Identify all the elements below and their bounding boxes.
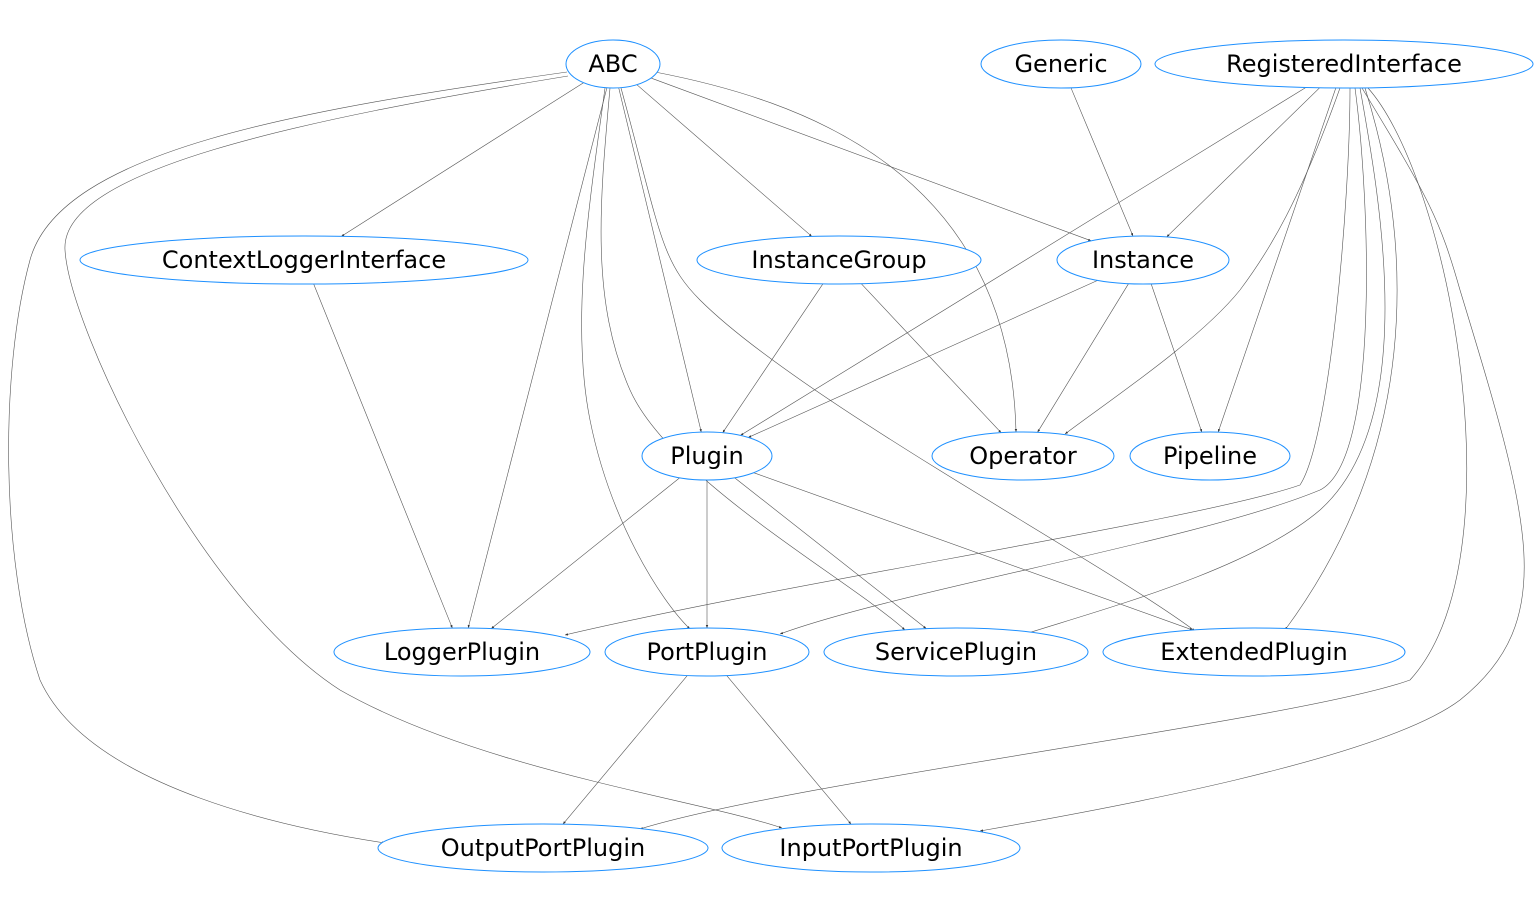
node-label: RegisteredInterface (1226, 50, 1462, 78)
edge-ABC-to-PortPlugin (581, 87, 691, 630)
node-InstanceGroup[interactable]: InstanceGroup (696, 235, 982, 285)
edge-ABC-to-ContextLoggerInterface (341, 82, 584, 237)
edge-ABC-to-Instance (650, 77, 1092, 242)
node-label: InstanceGroup (751, 246, 926, 274)
node-label: Generic (1014, 50, 1107, 78)
node-label: PortPlugin (646, 638, 767, 666)
edge-InstanceGroup-to-Operator (861, 283, 1002, 433)
node-RegisteredInterface[interactable]: RegisteredInterface (1154, 39, 1534, 89)
class-diagram: ABC Generic RegisteredInterface ContextLogg… (0, 0, 1536, 914)
node-ContextLoggerInterface[interactable]: ContextLoggerInterface (79, 235, 529, 285)
node-label: ContextLoggerInterface (162, 246, 446, 274)
node-label: InputPortPlugin (779, 834, 962, 862)
node-Operator[interactable]: Operator (931, 431, 1115, 481)
node-ABC[interactable]: ABC (565, 39, 661, 89)
inheritance-graph: ABC Generic RegisteredInterface ContextLogg… (8, 39, 1534, 873)
edge-ABC-to-Plugin (618, 87, 702, 433)
edge-Plugin-to-LoggerPlugin (491, 477, 680, 629)
node-label: ExtendedPlugin (1160, 638, 1347, 666)
edge-RegisteredInterface-to-ServicePlugin (1024, 87, 1386, 635)
node-label: ABC (588, 50, 637, 78)
node-label: Plugin (670, 442, 743, 470)
node-InputPortPlugin[interactable]: InputPortPlugin (721, 823, 1021, 873)
edge-Instance-to-Pipeline (1150, 283, 1203, 433)
node-label: Instance (1092, 246, 1194, 274)
edge-ABC-to-LoggerPlugin (467, 87, 608, 629)
node-ExtendedPlugin[interactable]: ExtendedPlugin (1102, 627, 1406, 677)
edge-RegisteredInterface-to-Pipeline (1217, 87, 1337, 433)
edge-Generic-to-Instance (1070, 87, 1134, 237)
node-label: OutputPortPlugin (441, 834, 645, 862)
edge-RegisteredInterface-to-ExtendedPlugin (1284, 87, 1398, 631)
node-label: Operator (969, 442, 1077, 470)
node-label: LoggerPlugin (384, 638, 540, 666)
edge-Instance-to-Plugin (748, 280, 1098, 438)
node-PortPlugin[interactable]: PortPlugin (604, 627, 810, 677)
edge-ABC-to-ServicePlugin (600, 87, 906, 631)
node-label: Pipeline (1163, 442, 1257, 470)
edge-PortPlugin-to-InputPortPlugin (726, 675, 852, 825)
edge-RegisteredInterface-to-Instance (1166, 87, 1320, 238)
edge-ABC-to-OutputPortPlugin (8, 71, 568, 844)
node-Pipeline[interactable]: Pipeline (1129, 431, 1291, 481)
node-Generic[interactable]: Generic (980, 39, 1142, 89)
edge-Plugin-to-ExtendedPlugin (753, 472, 1193, 631)
edge-ABC-to-InstanceGroup (636, 84, 813, 237)
edge-PortPlugin-to-OutputPortPlugin (562, 675, 688, 825)
node-LoggerPlugin[interactable]: LoggerPlugin (333, 627, 591, 677)
edge-RegisteredInterface-to-LoggerPlugin (564, 87, 1351, 636)
edge-ContextLoggerInterface-to-LoggerPlugin (313, 283, 453, 629)
node-Plugin[interactable]: Plugin (641, 431, 773, 481)
node-OutputPortPlugin[interactable]: OutputPortPlugin (377, 823, 709, 873)
edge-Instance-to-Operator (1037, 283, 1129, 433)
node-ServicePlugin[interactable]: ServicePlugin (823, 627, 1089, 677)
node-label: ServicePlugin (875, 638, 1037, 666)
node-Instance[interactable]: Instance (1056, 235, 1230, 285)
